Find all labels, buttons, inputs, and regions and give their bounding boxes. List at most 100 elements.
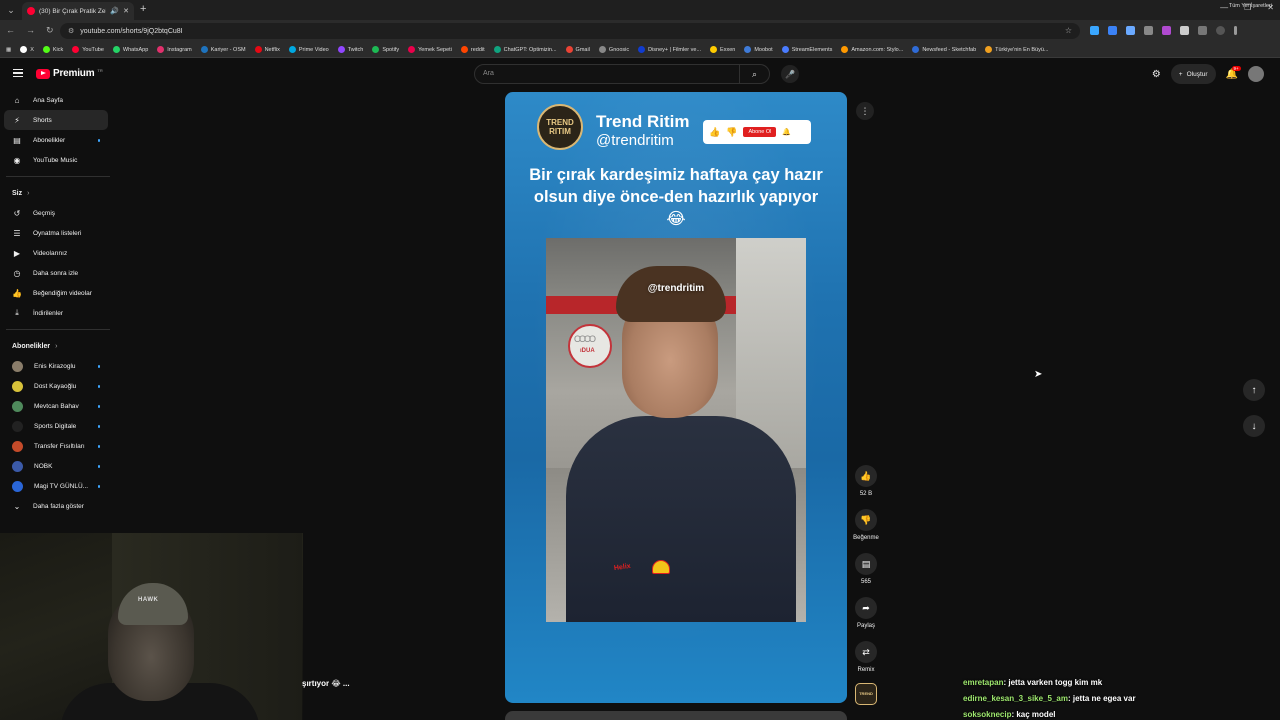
- sidebar-item[interactable]: ⚡ Shorts: [4, 110, 108, 130]
- extension-icon[interactable]: [1144, 26, 1153, 35]
- you-section-heading[interactable]: Siz ›: [0, 183, 116, 203]
- browser-tab[interactable]: (30) Bir Çırak Pratik Zekasıy 🔊 ✕: [22, 2, 134, 20]
- subscription-item[interactable]: NOBK: [0, 456, 116, 476]
- more-options-icon[interactable]: ⋮: [856, 102, 874, 120]
- sidebar-item[interactable]: ↺ Geçmiş: [0, 203, 116, 223]
- bookmark-item[interactable]: Instagram: [157, 46, 192, 53]
- bookmark-star-icon[interactable]: ☆: [1065, 26, 1072, 35]
- menu-icon[interactable]: [13, 69, 23, 77]
- youtube-logo[interactable]: Premium TR: [36, 68, 103, 79]
- url-field[interactable]: ⚙ youtube.com/shorts/9jQ2btqCu8I ☆: [60, 23, 1080, 39]
- bookmark-item[interactable]: Moobot: [744, 46, 773, 53]
- bookmark-item[interactable]: Kariyer - OSM: [200, 46, 246, 53]
- bookmark-item[interactable]: Kick: [42, 46, 63, 53]
- subscription-label: Sports Digitale: [34, 422, 77, 430]
- dislike-button[interactable]: 👎 Beğenme: [846, 509, 886, 541]
- cast-icon[interactable]: ⚙: [1152, 69, 1161, 80]
- extension-icon[interactable]: [1126, 26, 1135, 35]
- channel-thumbnail-button[interactable]: TREND: [855, 683, 877, 705]
- apps-icon[interactable]: ▦: [6, 47, 11, 53]
- sidebar-item[interactable]: ⤓ İndirilenler: [0, 303, 116, 323]
- tab-audio-icon[interactable]: 🔊: [110, 7, 119, 15]
- subscription-item[interactable]: Sports Digitale: [0, 416, 116, 436]
- bookmark-favicon-icon: [744, 46, 752, 53]
- bookmark-item[interactable]: Netflix: [254, 46, 280, 53]
- forward-icon[interactable]: →: [26, 25, 35, 36]
- all-bookmarks-link[interactable]: Tüm Yer İşaretleri: [1229, 3, 1272, 9]
- bookmark-item[interactable]: WhatsApp: [112, 46, 148, 53]
- sidebar-item[interactable]: ◷ Daha sonra izle: [0, 263, 116, 283]
- bookmark-item[interactable]: Prime Video: [288, 46, 329, 53]
- reload-icon[interactable]: ↻: [46, 25, 54, 36]
- notifications-icon[interactable]: 🔔 9+: [1226, 65, 1241, 80]
- tab-search-icon[interactable]: ⌄: [4, 3, 18, 17]
- bookmark-item[interactable]: Disney+ | Filmler ve...: [638, 46, 701, 53]
- extensions-puzzle-icon[interactable]: [1198, 26, 1207, 35]
- sidebar-item[interactable]: ☰ Oynatma listeleri: [0, 223, 116, 243]
- bookmark-item[interactable]: Exxen: [710, 46, 735, 53]
- bookmark-favicon-icon: [460, 46, 468, 53]
- sidebar-item[interactable]: ▤ Abonelikler: [0, 130, 116, 150]
- sidebar-item-label: İndirilenler: [33, 309, 63, 317]
- sidebar-item[interactable]: ▶ Videolarınız: [0, 243, 116, 263]
- bookmark-item[interactable]: Newsfeed - Sketchfab: [912, 46, 976, 53]
- profile-icon[interactable]: [1216, 26, 1225, 35]
- subscriptions-heading[interactable]: Abonelikler ›: [0, 336, 116, 356]
- thumbs-up-icon: 👍: [709, 126, 721, 137]
- bookmark-item[interactable]: ChatGPT: Optimizin...: [493, 46, 557, 53]
- sidebar-item[interactable]: 👍 Beğendiğim videolar: [0, 283, 116, 303]
- bookmark-item[interactable]: Yemek Sepeti: [408, 46, 452, 53]
- extension-icon[interactable]: [1162, 26, 1171, 35]
- site-info-icon[interactable]: ⚙: [68, 27, 74, 35]
- bookmark-favicon-icon: [710, 46, 718, 53]
- bookmark-item[interactable]: Spotify: [372, 46, 399, 53]
- sidebar-item[interactable]: ◉ YouTube Music: [0, 150, 116, 170]
- bookmark-item[interactable]: Amazon.com: Stylo...: [841, 46, 903, 53]
- subscription-item[interactable]: Magi TV GÜNLÜ...: [0, 476, 116, 496]
- comments-button[interactable]: ▤ 565: [846, 553, 886, 585]
- subscription-item[interactable]: Transfer Fısıltıları: [0, 436, 116, 456]
- bookmark-item[interactable]: X: [20, 46, 34, 53]
- new-content-dot: [97, 465, 100, 468]
- search-icon[interactable]: ⌕: [739, 65, 769, 83]
- new-tab-button[interactable]: +: [140, 3, 146, 15]
- new-content-dot: [97, 385, 100, 388]
- bookmark-favicon-icon: [288, 46, 296, 53]
- share-button[interactable]: ➦ Paylaş: [846, 597, 886, 629]
- bookmark-item[interactable]: YouTube: [72, 46, 104, 53]
- create-button[interactable]: + Oluştur: [1170, 64, 1216, 84]
- subscription-item[interactable]: Dost Kayaoğlu: [0, 376, 116, 396]
- bookmark-item[interactable]: Gnoosic: [598, 46, 629, 53]
- next-short-button[interactable]: ↓: [1243, 415, 1265, 437]
- tab-close-icon[interactable]: ✕: [123, 7, 129, 15]
- extension-icon[interactable]: [1090, 26, 1099, 35]
- subscription-item[interactable]: Mevtcan Bahav: [0, 396, 116, 416]
- thumbs-down-icon: 👎: [726, 126, 738, 137]
- minimize-icon[interactable]: —: [1220, 3, 1228, 12]
- bookmark-item[interactable]: StreamElements: [781, 46, 832, 53]
- voice-search-icon[interactable]: 🎤: [781, 65, 799, 83]
- extension-icon[interactable]: [1180, 26, 1189, 35]
- browser-menu-icon[interactable]: [1234, 26, 1237, 35]
- avatar[interactable]: [1248, 66, 1264, 82]
- bookmark-item[interactable]: Gmail: [565, 46, 590, 53]
- like-icon: 👍: [855, 465, 877, 487]
- previous-short-button[interactable]: ↑: [1243, 379, 1265, 401]
- remix-icon: ⇄: [855, 641, 877, 663]
- subscription-item[interactable]: Enis Kirazoglu: [0, 356, 116, 376]
- next-short-preview[interactable]: [505, 711, 847, 720]
- bookmark-item[interactable]: Türkiye'nin En Büyü...: [985, 46, 1048, 53]
- back-icon[interactable]: ←: [6, 25, 15, 36]
- search-input[interactable]: Ara ⌕: [474, 64, 770, 84]
- like-button[interactable]: 👍 52 B: [846, 465, 886, 497]
- shorts-player[interactable]: TREND RITIM Trend Ritim @trendritim 👍 👎 …: [505, 92, 847, 703]
- show-more-button[interactable]: ⌄ Daha fazla göster: [0, 496, 116, 516]
- remix-button[interactable]: ⇄ Remix: [846, 641, 886, 673]
- extension-icon[interactable]: [1108, 26, 1117, 35]
- sidebar-item[interactable]: ⌂ Ana Sayfa: [0, 90, 116, 110]
- bookmark-item[interactable]: Twitch: [337, 46, 363, 53]
- subscribe-graphic: Abone Ol: [743, 127, 777, 137]
- bookmark-item[interactable]: reddit: [460, 46, 485, 53]
- playlists-icon: ☰: [13, 228, 21, 238]
- subscription-label: Dost Kayaoğlu: [34, 382, 77, 390]
